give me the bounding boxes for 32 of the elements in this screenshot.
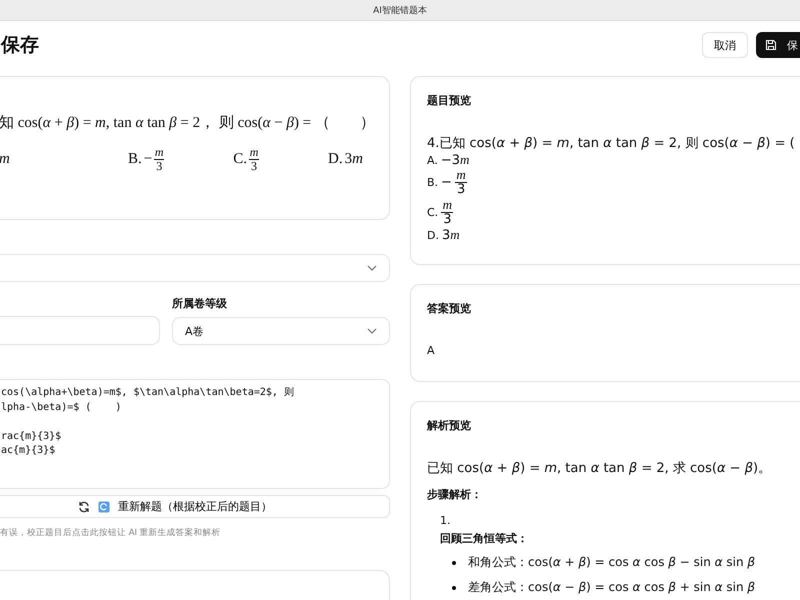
refresh-icon [98,500,110,512]
step-number: 1. [440,514,452,527]
formula-text: 差角公式：cos(α − β) = cos α cos β + sin α sin β [468,579,756,596]
analysis-text: 已知 cos(α + β) = m, tan α tan β = 2, 求 cos(α − β)。 [427,460,772,477]
cancel-button[interactable]: 取消 [702,32,748,58]
window-title: AI智能错题本 [373,4,427,16]
step-title: 回顾三角恒等式： [440,531,529,546]
bullet-icon [452,560,456,564]
answer-option: A. −3m [427,152,800,168]
input-field[interactable] [0,316,160,345]
chevron-down-icon [367,265,377,271]
card-title: 答案预览 [427,301,472,316]
resolve-button[interactable]: 重新解题（根据校正后的题目） [0,495,390,518]
save-button[interactable]: 保 [756,32,800,58]
field-label: 所属卷等级 [172,296,228,311]
chevron-down-icon [367,328,377,334]
grade-select[interactable]: A卷 [172,317,390,345]
card-title: 题目预览 [427,93,472,108]
hint-text: 有误，校正题目后点击此按钮让 AI 重新生成答案和解析 [0,527,222,539]
bullet-icon [452,586,456,590]
card-title: 解析预览 [427,418,472,433]
type-select[interactable] [0,254,390,282]
save-icon [765,39,777,51]
refresh-icon [78,500,90,512]
question-text: 4.已知 cos(α + β) = m, tan α tan β = 2, 则 cos(α − β) = ( [427,135,796,152]
section-heading: 步骤解析： [427,487,483,502]
answer-option: D. 3m [427,227,800,244]
formula-text: 和角公式：cos(α + β) = cos α cos β − sin α sin β [468,554,756,571]
page-title: 保存 [1,33,39,58]
question-editor[interactable]: cos(\alpha+\beta)=m$, $\tan\alpha\tan\beta=2$, 则 lpha-\beta)=$ ( ) rac{m}{3}$ ac{m}{3}$ [0,379,390,489]
answer-text: A [427,344,436,357]
answer-option: D.3m [328,151,363,168]
